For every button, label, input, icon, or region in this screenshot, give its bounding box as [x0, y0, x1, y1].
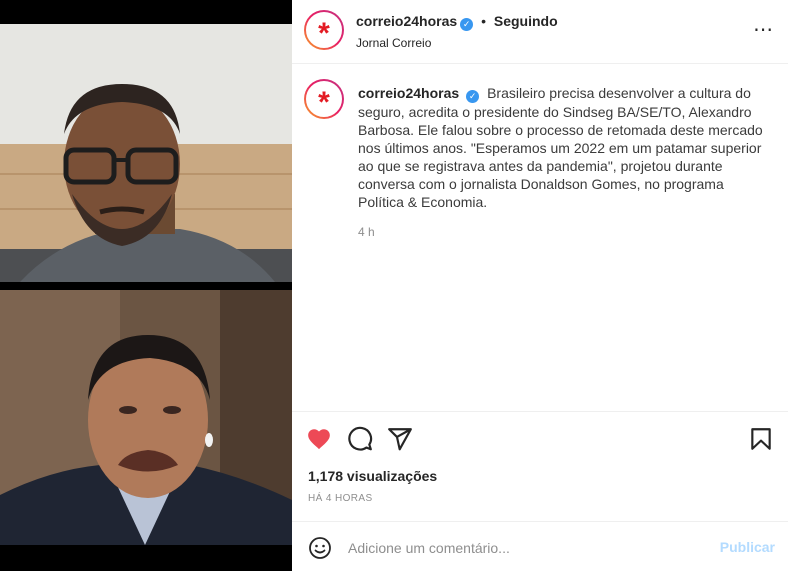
header-top-line: correio24horas ✓ • Seguindo [356, 13, 558, 31]
avatar-asterisk-logo: * [318, 17, 330, 50]
heart-filled-icon [308, 429, 330, 450]
participant-top-image [0, 24, 292, 282]
paper-plane-icon [388, 428, 412, 451]
separator-dot: • [481, 13, 486, 29]
comment-input[interactable] [348, 537, 708, 559]
participant-bottom-image [0, 290, 292, 545]
verified-badge-icon: ✓ [466, 90, 480, 103]
author-username[interactable]: correio24horas [356, 13, 457, 29]
comment-bar: Publicar [292, 521, 788, 571]
following-button[interactable]: Seguindo [494, 13, 558, 29]
post-media[interactable] [0, 0, 292, 571]
posted-time[interactable]: HÁ 4 HORAS [308, 493, 373, 504]
post-side-panel: * correio24horas ✓ • Seguindo Jornal Corr… [292, 0, 788, 571]
bookmark-icon [751, 428, 771, 450]
caption-timestamp[interactable]: 4 h [358, 225, 375, 239]
save-button[interactable] [748, 426, 776, 454]
more-options-icon[interactable]: ⋯ [753, 20, 774, 40]
caption-author-avatar[interactable]: * [304, 79, 344, 119]
video-participant-top [0, 24, 292, 282]
post-actions: 1,178 visualizações HÁ 4 HORAS [292, 411, 788, 521]
video-participant-bottom [0, 290, 292, 545]
publish-button[interactable]: Publicar [720, 539, 775, 555]
caption-text: Brasileiro precisa desenvolver a cultura… [358, 85, 763, 210]
view-count[interactable]: 1,178 visualizações [308, 468, 437, 484]
smiley-icon[interactable] [308, 536, 332, 560]
author-subtitle: Jornal Correio [356, 36, 432, 50]
verified-badge-icon: ✓ [460, 18, 474, 31]
avatar-asterisk-logo: * [318, 86, 330, 119]
like-button[interactable] [306, 426, 334, 454]
share-button[interactable] [387, 426, 415, 454]
post-header: * correio24horas ✓ • Seguindo Jornal Corr… [292, 0, 788, 64]
caption: correio24horas ✓ Brasileiro precisa desen… [358, 84, 768, 211]
comment-bubble-icon [348, 426, 373, 451]
author-avatar[interactable]: * [304, 10, 344, 50]
caption-area: * correio24horas ✓ Brasileiro precisa des… [292, 65, 788, 411]
caption-username[interactable]: correio24horas [358, 85, 459, 101]
comment-button[interactable] [347, 426, 375, 454]
